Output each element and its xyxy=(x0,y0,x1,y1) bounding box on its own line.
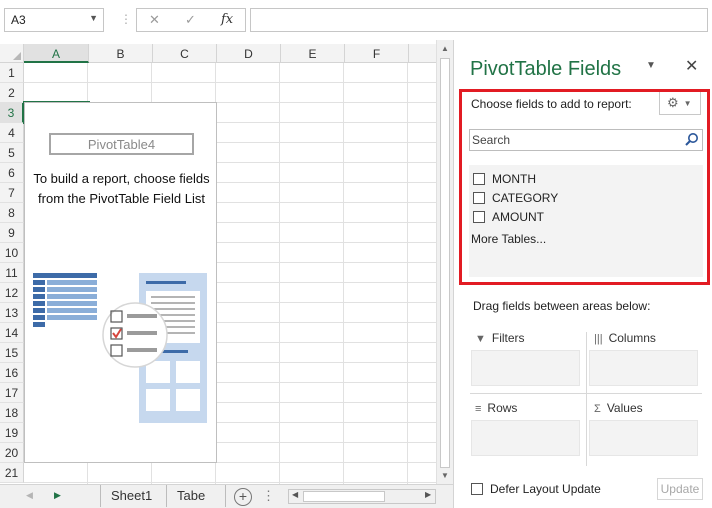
defer-layout-update-option[interactable]: Defer Layout Update xyxy=(471,482,601,496)
add-sheet-icon[interactable]: + xyxy=(234,488,252,506)
column-header-f[interactable]: F xyxy=(345,44,409,63)
enter-icon[interactable]: ✓ xyxy=(185,12,196,28)
area-divider xyxy=(586,332,587,466)
area-divider xyxy=(470,393,702,394)
rows-icon: ≡ xyxy=(475,403,482,415)
row-header[interactable]: 7 xyxy=(0,183,24,203)
values-drop-zone[interactable] xyxy=(589,420,698,456)
rows-area-header: ≡ Rows xyxy=(475,401,518,415)
row-header[interactable]: 19 xyxy=(0,423,24,443)
tab-tabe[interactable]: Tabe xyxy=(166,485,226,507)
close-icon[interactable]: ✕ xyxy=(685,56,698,76)
cancel-icon[interactable]: ✕ xyxy=(149,12,160,28)
tab-sheet1[interactable]: Sheet1 xyxy=(100,485,162,507)
row-header[interactable]: 21 xyxy=(0,463,24,483)
pivottable-instructions: To build a report, choose fields from th… xyxy=(33,171,210,206)
scroll-right-icon[interactable]: ▶ xyxy=(425,490,431,499)
tab-split-handle-icon[interactable]: ⋮ xyxy=(262,488,275,504)
tab-scroll-right-icon[interactable]: ▶ xyxy=(54,490,61,501)
row-header[interactable]: 2 xyxy=(0,83,24,103)
columns-area-header: ||| Columns xyxy=(594,331,656,345)
column-header-e[interactable]: E xyxy=(281,44,345,63)
row-header[interactable]: 17 xyxy=(0,383,24,403)
column-header-d[interactable]: D xyxy=(217,44,281,63)
chevron-down-icon[interactable]: ▼ xyxy=(89,13,98,23)
row-header[interactable]: 14 xyxy=(0,323,24,343)
scroll-left-icon[interactable]: ◀ xyxy=(292,490,298,499)
formula-input[interactable] xyxy=(250,8,708,32)
filters-drop-zone[interactable] xyxy=(471,350,580,386)
insert-function-icon[interactable]: fx xyxy=(221,12,233,27)
values-area-header: Σ Values xyxy=(594,401,643,415)
column-header-b[interactable]: B xyxy=(89,44,153,63)
horizontal-scroll-thumb[interactable] xyxy=(303,491,385,502)
row-header[interactable]: 16 xyxy=(0,363,24,383)
defer-label: Defer Layout Update xyxy=(490,482,601,496)
pane-title: PivotTable Fields xyxy=(470,58,622,80)
vertical-scroll-thumb[interactable] xyxy=(440,58,450,468)
row-header[interactable]: 6 xyxy=(0,163,24,183)
select-all-corner[interactable] xyxy=(0,44,24,63)
horizontal-scrollbar[interactable]: ◀ ▶ xyxy=(288,489,436,504)
row-header[interactable]: 12 xyxy=(0,283,24,303)
scroll-down-icon[interactable]: ▼ xyxy=(441,471,449,480)
columns-drop-zone[interactable] xyxy=(589,350,698,386)
row-header[interactable]: 10 xyxy=(0,243,24,263)
row-header[interactable]: 15 xyxy=(0,343,24,363)
row-header-active[interactable]: 3 xyxy=(0,103,24,123)
row-header[interactable]: 20 xyxy=(0,443,24,463)
formula-bar: A3 ▼ ⋮ ✕ ✓ fx xyxy=(0,0,712,40)
row-header[interactable]: 13 xyxy=(0,303,24,323)
row-header[interactable]: 5 xyxy=(0,143,24,163)
vertical-scrollbar[interactable]: ▲ ▼ xyxy=(436,40,453,484)
filter-icon: ▼ xyxy=(475,333,486,345)
filters-area-header: ▼ Filters xyxy=(475,331,525,345)
formula-buttons: ✕ ✓ fx xyxy=(136,8,246,32)
formula-bar-grip-icon: ⋮ xyxy=(120,12,132,26)
column-header-c[interactable]: C xyxy=(153,44,217,63)
row-header[interactable]: 1 xyxy=(0,63,24,83)
sheet-tab-bar: ◀ ▶ Sheet1 Tabe + ⋮ ◀ ▶ xyxy=(0,484,453,508)
pivottable-placeholder[interactable]: PivotTable4 To build a report, choose fi… xyxy=(24,102,217,463)
pivottable-name: PivotTable4 xyxy=(49,133,194,155)
tab-scroll-left-icon[interactable]: ◀ xyxy=(26,490,33,501)
columns-icon: ||| xyxy=(594,333,603,345)
column-header-g[interactable] xyxy=(409,44,436,63)
scroll-up-icon[interactable]: ▲ xyxy=(441,44,449,53)
row-header[interactable]: 9 xyxy=(0,223,24,243)
row-header[interactable]: 11 xyxy=(0,263,24,283)
row-header[interactable]: 8 xyxy=(0,203,24,223)
row-header[interactable]: 18 xyxy=(0,403,24,423)
update-button[interactable]: Update xyxy=(657,478,703,500)
name-box[interactable]: A3 ▼ xyxy=(4,8,104,32)
drag-fields-label: Drag fields between areas below: xyxy=(473,299,651,313)
checkbox[interactable] xyxy=(471,483,483,495)
pivot-illustration-icon xyxy=(33,273,207,423)
chevron-down-icon[interactable]: ▼ xyxy=(646,60,656,71)
sigma-icon: Σ xyxy=(594,403,601,415)
highlight-frame xyxy=(459,89,710,285)
rows-drop-zone[interactable] xyxy=(471,420,580,456)
name-box-value: A3 xyxy=(11,13,26,27)
row-header[interactable]: 4 xyxy=(0,123,24,143)
column-header-a[interactable]: A xyxy=(24,44,89,63)
